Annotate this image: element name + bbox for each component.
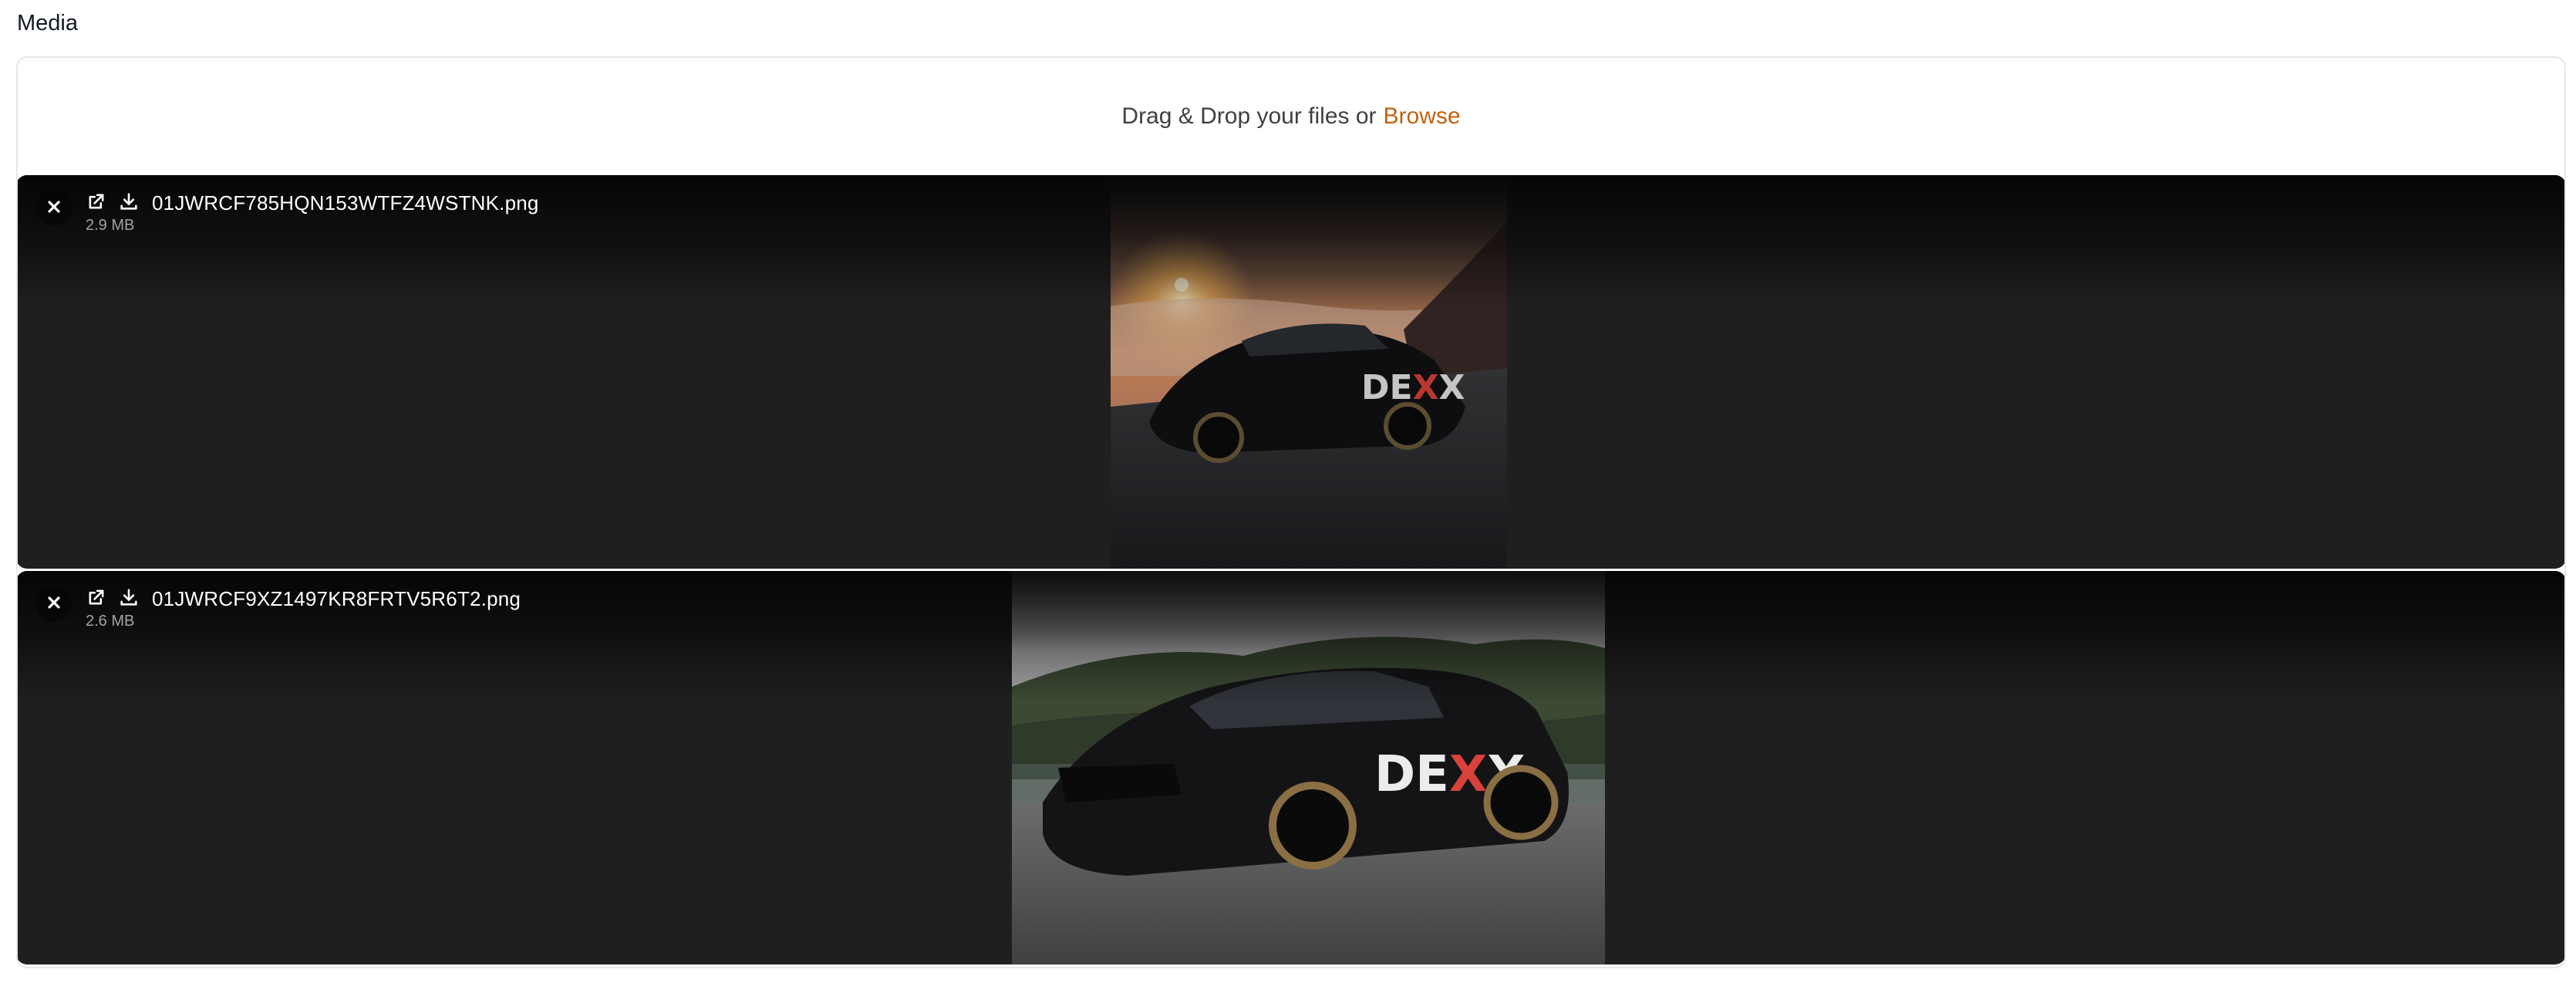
drop-zone-text: Drag & Drop your files or [1121, 103, 1377, 129]
file-name: 01JWRCF9XZ1497KR8FRTV5R6T2.png [152, 586, 521, 610]
image-preview: DEXX [1111, 175, 1507, 569]
external-link-icon [86, 586, 107, 612]
drop-zone[interactable]: Drag & Drop your files or Browse [18, 58, 2564, 175]
parked-car-image: DEXX [1012, 571, 1605, 964]
close-icon [46, 595, 62, 614]
file-uploader: Drag & Drop your files or Browse DEXX 01… [16, 56, 2566, 968]
media-field-label: Media [17, 11, 78, 35]
browse-link[interactable]: Browse [1384, 103, 1461, 130]
remove-file-button[interactable] [36, 191, 72, 226]
download-file-button[interactable] [116, 191, 141, 215]
file-name: 01JWRCF785HQN153WTFZ4WSTNK.png [152, 191, 539, 215]
download-file-button[interactable] [116, 586, 141, 611]
remove-file-button[interactable] [36, 586, 72, 622]
sunset-car-image: DEXX [1111, 175, 1507, 569]
file-item: DEXX [18, 571, 2564, 964]
download-icon [118, 586, 140, 612]
open-file-button[interactable] [84, 191, 109, 215]
external-link-icon [86, 191, 107, 216]
file-size: 2.9 MB [86, 217, 135, 234]
file-info: 01JWRCF785HQN153WTFZ4WSTNK.png 2.9 MB [84, 191, 539, 235]
file-size: 2.6 MB [86, 613, 135, 630]
close-icon [46, 199, 62, 218]
file-info: 01JWRCF9XZ1497KR8FRTV5R6T2.png 2.6 MB [84, 586, 521, 630]
open-file-button[interactable] [84, 586, 109, 611]
download-icon [118, 191, 140, 216]
file-item: DEXX [18, 175, 2564, 569]
page: Media Drag & Drop your files or Browse D… [0, 0, 2576, 983]
image-preview: DEXX [1012, 571, 1605, 964]
